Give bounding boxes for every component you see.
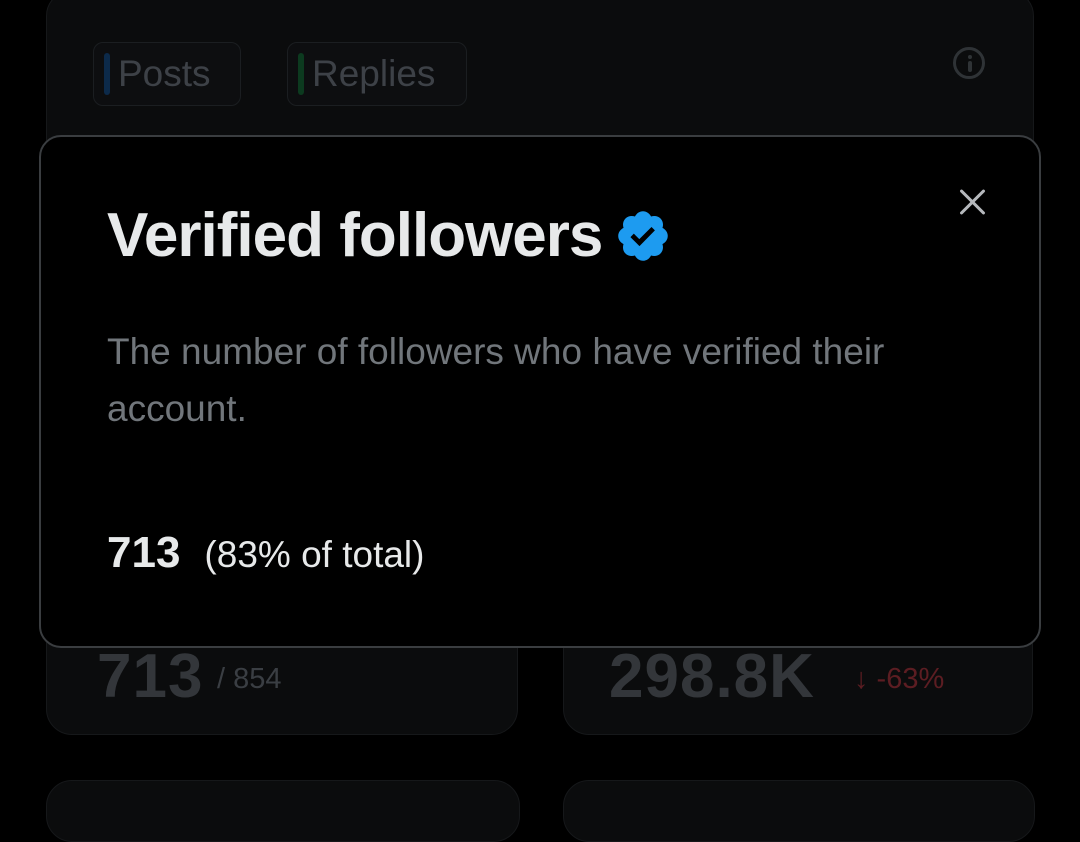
replies-chip-label: Replies bbox=[312, 53, 436, 94]
stat-total: / 854 bbox=[217, 663, 282, 695]
dialog-header: Verified followers bbox=[107, 200, 672, 271]
stat-delta: ↓ -63% bbox=[854, 663, 945, 695]
posts-color-bar bbox=[104, 53, 110, 95]
replies-chip[interactable]: Replies bbox=[287, 42, 467, 106]
stat-card[interactable] bbox=[563, 780, 1035, 842]
info-icon[interactable] bbox=[953, 47, 985, 79]
stat-card[interactable] bbox=[46, 780, 520, 842]
stat-value: 713 bbox=[97, 642, 204, 711]
posts-chip-label: Posts bbox=[118, 53, 211, 94]
posts-chip[interactable]: Posts bbox=[93, 42, 241, 106]
metric-value: 713 bbox=[107, 528, 181, 577]
metric-row: 713 (83% of total) bbox=[107, 528, 424, 578]
metric-percent: (83% of total) bbox=[204, 534, 425, 575]
verified-badge-icon bbox=[618, 210, 669, 261]
dialog-description: The number of followers who have verifie… bbox=[107, 331, 885, 429]
stat-value: 298.8K bbox=[609, 642, 815, 711]
replies-color-bar bbox=[298, 53, 304, 95]
close-icon[interactable] bbox=[957, 186, 989, 218]
dialog-title: Verified followers bbox=[107, 201, 603, 270]
